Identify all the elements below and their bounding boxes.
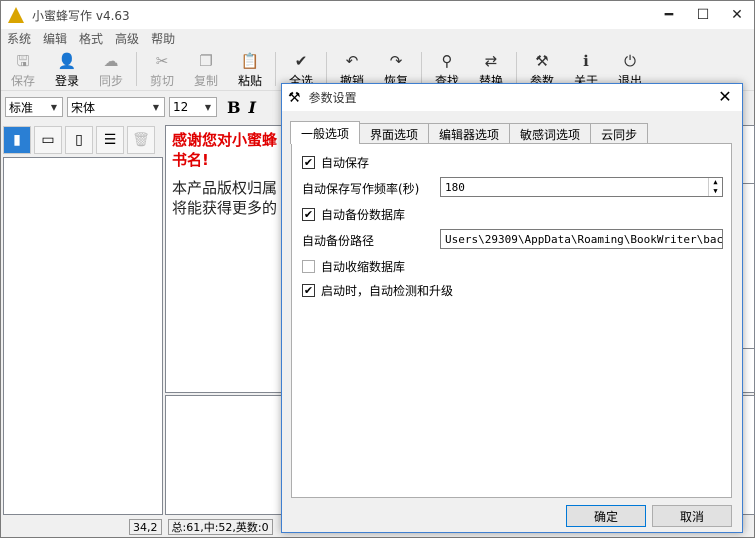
window-title: 小蜜蜂写作 v4.63 bbox=[32, 8, 130, 23]
freq-spinbox[interactable]: 180 ▲ ▼ bbox=[440, 177, 723, 197]
dialog-title: 参数设置 bbox=[308, 91, 357, 105]
check-all-icon: ✔ bbox=[294, 52, 308, 70]
freq-label: 自动保存写作频率(秒) bbox=[302, 182, 420, 196]
path-value: Users\29309\AppData\Roaming\BookWriter\b… bbox=[445, 232, 723, 246]
scissors-icon: ✂ bbox=[155, 52, 169, 70]
autosave-option[interactable]: ✔ 自动保存 bbox=[302, 154, 369, 171]
menu-edit[interactable]: 编辑 bbox=[37, 30, 73, 47]
toolbar-cloud-button[interactable]: ☁ 同步 bbox=[89, 47, 133, 91]
user-icon: 👤 bbox=[57, 52, 77, 70]
toolbar-label: 复制 bbox=[193, 74, 218, 88]
toolbar-user-button[interactable]: 👤 登录 bbox=[45, 47, 89, 91]
outline-icon[interactable]: ☰ bbox=[96, 126, 124, 154]
info-icon: ℹ bbox=[583, 52, 589, 70]
tree-toolbar: ▮ ▭ ▯ ☰ 🗑 bbox=[3, 125, 163, 155]
chevron-down-icon: ▼ bbox=[50, 102, 58, 112]
toolbar-label: 剪切 bbox=[149, 74, 174, 88]
copy-icon: ❐ bbox=[199, 52, 213, 70]
side-pane bbox=[741, 183, 755, 349]
update-checkbox[interactable]: ✔ bbox=[302, 284, 315, 297]
freq-row: 自动保存写作频率(秒) bbox=[302, 180, 419, 197]
close-icon[interactable]: ✕ bbox=[714, 87, 736, 107]
menu-system[interactable]: 系统 bbox=[1, 30, 37, 47]
chevron-down-icon: ▼ bbox=[152, 102, 160, 112]
autosave-checkbox[interactable]: ✔ bbox=[302, 156, 315, 169]
spin-buttons[interactable]: ▲ ▼ bbox=[708, 178, 722, 196]
toolbar-scissors-button[interactable]: ✂ 剪切 bbox=[140, 47, 184, 91]
save-icon: 🖫 bbox=[16, 52, 30, 70]
search-icon: ⚲ bbox=[441, 52, 453, 70]
toolbar-clipboard-button[interactable]: 📋 粘贴 bbox=[228, 47, 272, 91]
update-option[interactable]: ✔ 启动时，自动检测和升级 bbox=[302, 282, 453, 299]
toolbar-copy-button[interactable]: ❐ 复制 bbox=[184, 47, 228, 91]
toolbar-separator bbox=[421, 52, 422, 86]
tab-cloud-sync[interactable]: 云同步 bbox=[590, 123, 649, 144]
path-row: 自动备份路径 bbox=[302, 232, 374, 249]
cursor-position: 34,2 bbox=[129, 519, 162, 535]
toolbar-label: 登录 bbox=[54, 74, 79, 88]
style-select[interactable]: 标准 ▼ bbox=[5, 97, 63, 117]
word-count: 总:61,中:52,英数:0 bbox=[167, 519, 273, 535]
italic-button[interactable]: I bbox=[249, 98, 256, 117]
book-icon[interactable]: ▮ bbox=[3, 126, 31, 154]
menu-advanced[interactable]: 高级 bbox=[109, 30, 145, 47]
backup-checkbox[interactable]: ✔ bbox=[302, 208, 315, 221]
chapter-tree[interactable] bbox=[3, 157, 163, 515]
toolbar-separator bbox=[326, 52, 327, 86]
backup-path-input[interactable]: Users\29309\AppData\Roaming\BookWriter\b… bbox=[440, 229, 723, 249]
trash-icon[interactable]: 🗑 bbox=[127, 126, 155, 154]
backup-label: 自动备份数据库 bbox=[321, 208, 406, 222]
toolbar-separator bbox=[136, 52, 137, 86]
toolbar-label: 保存 bbox=[10, 74, 35, 88]
toolbar-label: 粘贴 bbox=[237, 74, 262, 88]
clipboard-icon: 📋 bbox=[240, 52, 260, 70]
compress-option[interactable]: 自动收缩数据库 bbox=[302, 258, 405, 275]
size-select[interactable]: 12 ▼ bbox=[169, 97, 217, 117]
compress-label: 自动收缩数据库 bbox=[321, 260, 406, 274]
autosave-label: 自动保存 bbox=[321, 156, 370, 170]
tab-editor[interactable]: 编辑器选项 bbox=[428, 123, 511, 144]
menu-bar: 系统 编辑 格式 高级 帮助 bbox=[1, 29, 754, 47]
chevron-down-icon: ▼ bbox=[204, 102, 212, 112]
compress-checkbox[interactable] bbox=[302, 260, 315, 273]
dialog-title-bar: ⚒ 参数设置 ✕ bbox=[282, 84, 742, 111]
tools-icon: ⚒ bbox=[535, 52, 549, 70]
cloud-icon: ☁ bbox=[103, 52, 119, 70]
settings-dialog: ⚒ 参数设置 ✕ 一般选项 界面选项 编辑器选项 敏感词选项 云同步 ✔ 自动保… bbox=[281, 83, 743, 533]
freq-value: 180 bbox=[445, 180, 465, 194]
undo-icon: ↶ bbox=[345, 52, 359, 70]
folder-icon[interactable]: ▭ bbox=[34, 126, 62, 154]
close-icon[interactable]: ✕ bbox=[720, 1, 754, 29]
tab-interface[interactable]: 界面选项 bbox=[359, 123, 430, 144]
toolbar-save-button[interactable]: 🖫 保存 bbox=[1, 47, 45, 91]
font-select[interactable]: 宋体 ▼ bbox=[67, 97, 165, 117]
toolbar-separator bbox=[275, 52, 276, 86]
backup-option[interactable]: ✔ 自动备份数据库 bbox=[302, 206, 405, 223]
menu-format[interactable]: 格式 bbox=[73, 30, 109, 47]
maximize-icon[interactable]: ☐ bbox=[686, 1, 720, 29]
tab-sensitive-words[interactable]: 敏感词选项 bbox=[509, 123, 592, 144]
spin-up-icon[interactable]: ▲ bbox=[709, 178, 722, 187]
exit-icon: ⏻ bbox=[624, 52, 636, 70]
ok-button[interactable]: 确定 bbox=[566, 505, 646, 527]
bee-logo-icon bbox=[8, 7, 24, 23]
tab-general[interactable]: 一般选项 bbox=[290, 121, 361, 144]
spin-down-icon[interactable]: ▼ bbox=[709, 187, 722, 196]
menu-help[interactable]: 帮助 bbox=[145, 30, 181, 47]
path-label: 自动备份路径 bbox=[302, 234, 375, 248]
title-bar: 小蜜蜂写作 v4.63 ━ ☐ ✕ bbox=[1, 1, 754, 29]
cancel-button[interactable]: 取消 bbox=[652, 505, 732, 527]
toolbar-separator bbox=[516, 52, 517, 86]
replace-icon: ⇄ bbox=[484, 52, 498, 70]
minimize-icon[interactable]: ━ bbox=[652, 1, 686, 29]
toolbar-label: 同步 bbox=[98, 74, 123, 88]
redo-icon: ↷ bbox=[389, 52, 403, 70]
update-label: 启动时，自动检测和升级 bbox=[321, 284, 454, 298]
bold-button[interactable]: B bbox=[227, 98, 241, 117]
tools-icon: ⚒ bbox=[288, 89, 301, 106]
document-icon[interactable]: ▯ bbox=[65, 126, 93, 154]
tab-panel-general: ✔ 自动保存 自动保存写作频率(秒) 180 ▲ ▼ ✔ 自动备份数据库 自动备份… bbox=[291, 143, 732, 498]
dialog-tabs: 一般选项 界面选项 编辑器选项 敏感词选项 云同步 bbox=[290, 121, 649, 144]
